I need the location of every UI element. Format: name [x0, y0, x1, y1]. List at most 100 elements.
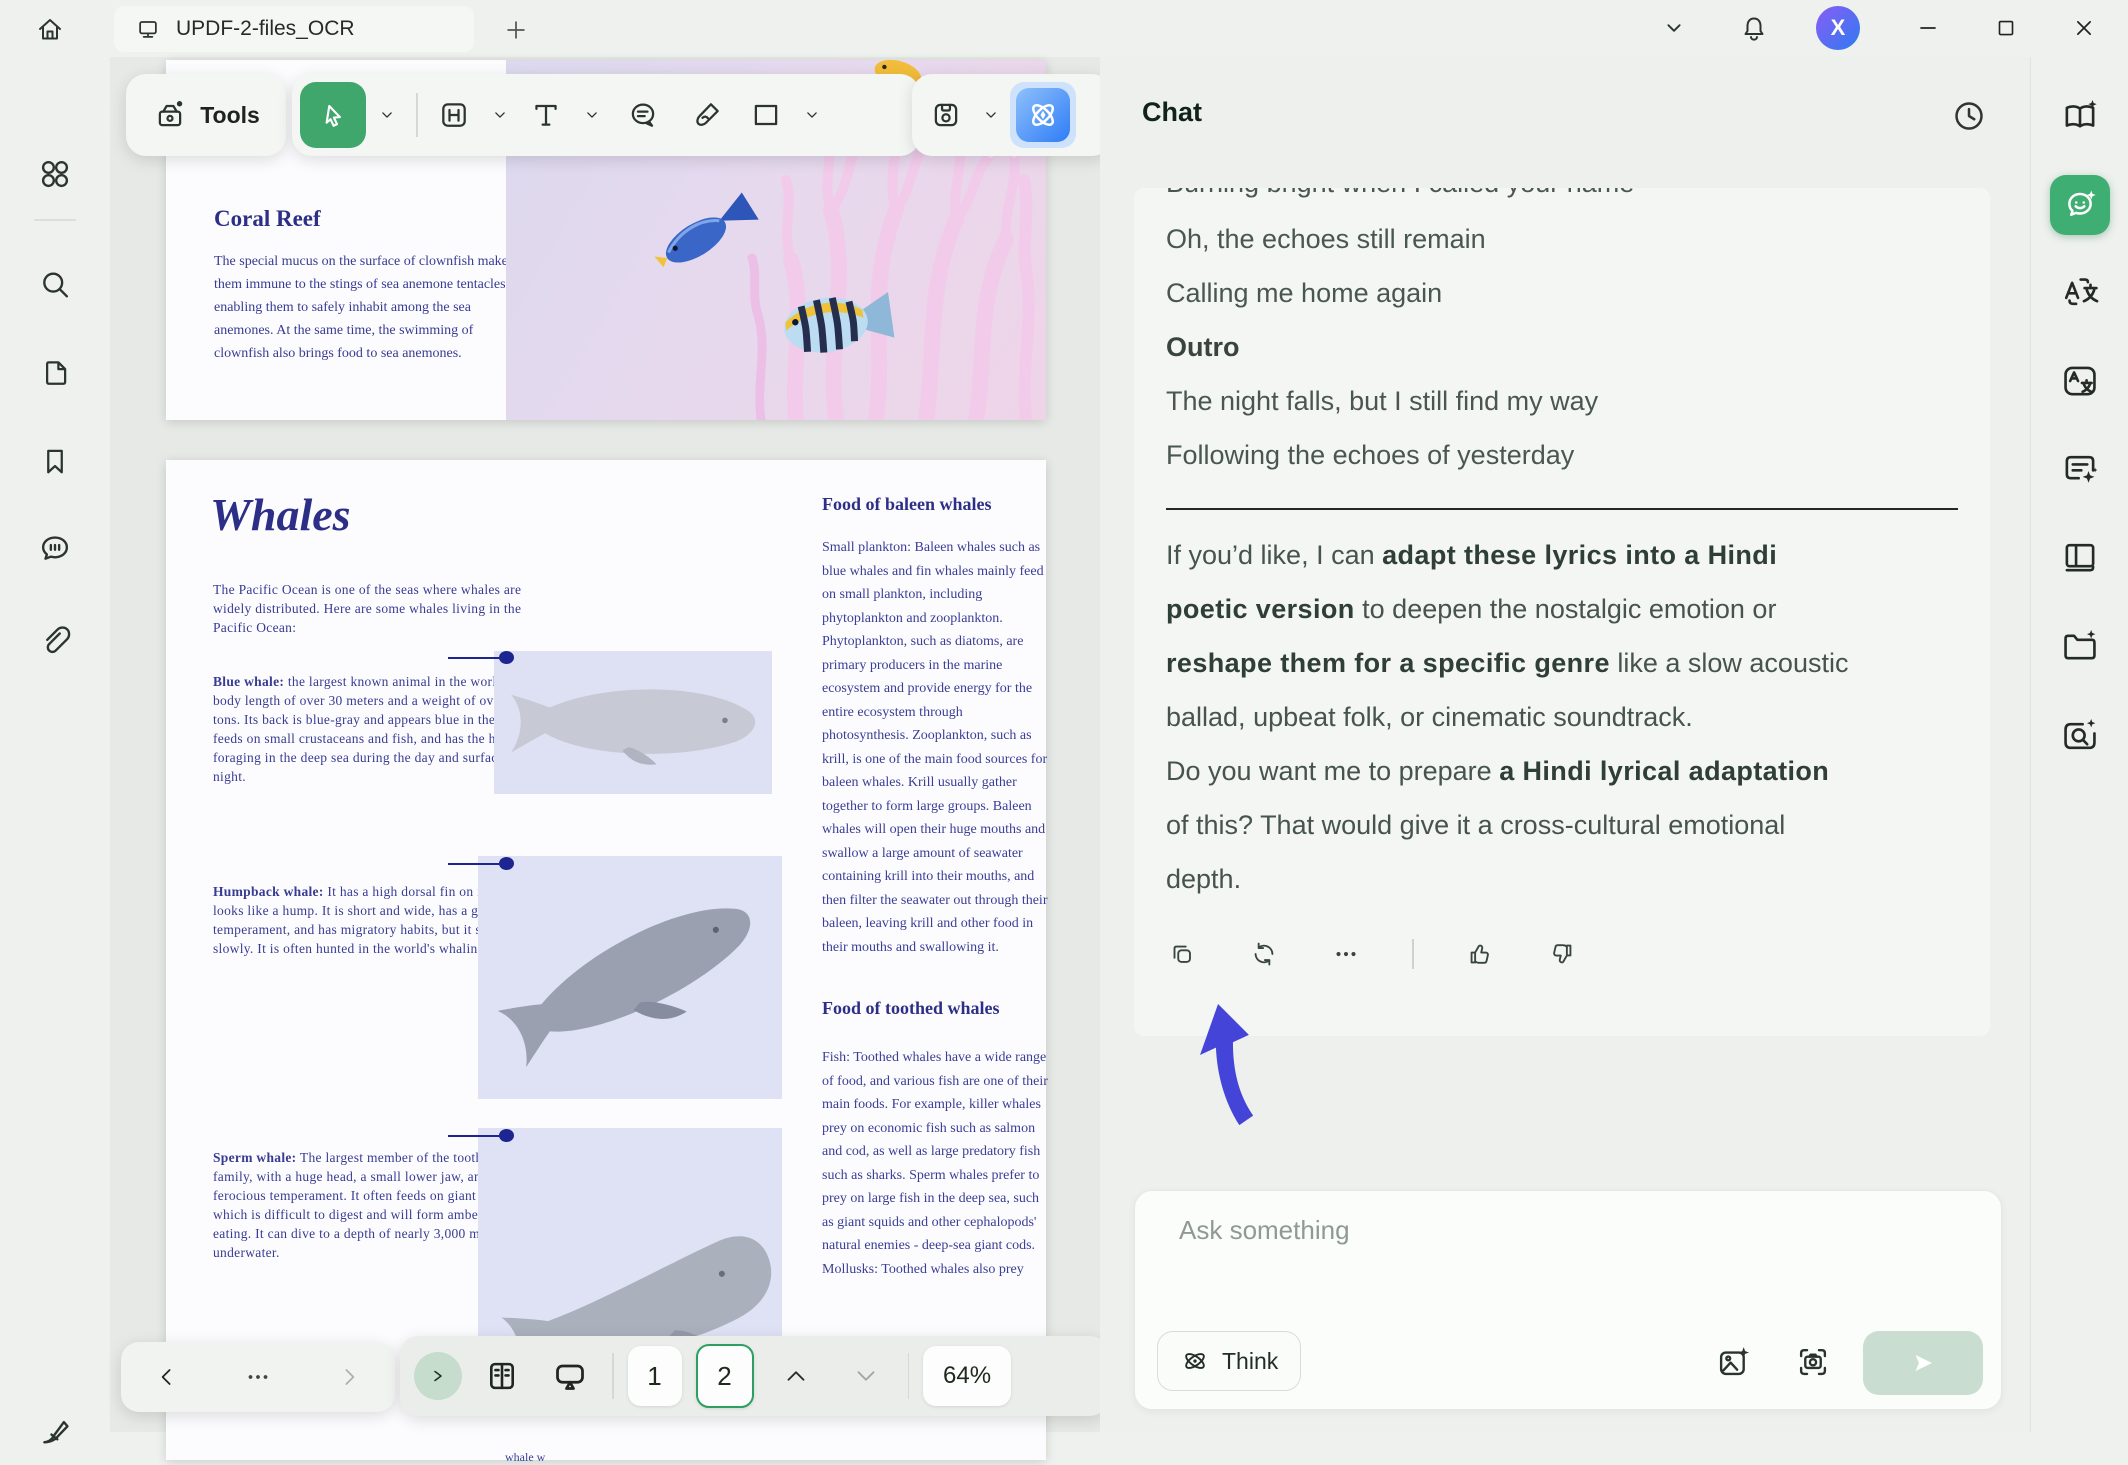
heading-tool-dropdown[interactable] — [482, 82, 518, 148]
nav-back-button[interactable] — [142, 1352, 192, 1402]
bell-icon — [1738, 12, 1770, 44]
sidebar-item-pages[interactable] — [33, 351, 77, 395]
minimize-button[interactable] — [1902, 8, 1954, 48]
notifications-button[interactable] — [1732, 6, 1776, 50]
heading-tool-button[interactable] — [428, 82, 480, 148]
chevron-up-icon — [781, 1361, 811, 1391]
pdf-page-2[interactable]: Whales The Pacific Ocean is one of the s… — [166, 460, 1046, 1460]
page-layout-button[interactable] — [476, 1350, 528, 1402]
monitor-icon — [134, 15, 162, 43]
document-tab[interactable]: UPDF-2-files_OCR — [114, 6, 474, 52]
home-button[interactable] — [26, 6, 74, 52]
marker-pen-icon — [689, 97, 725, 133]
annotation-dot[interactable] — [499, 651, 514, 664]
sidebar-item-attachments[interactable] — [33, 616, 77, 660]
pdf-canvas[interactable]: edg of Th of Thales fish Coral Reef The … — [110, 57, 1100, 1432]
annotation-arrow[interactable] — [1192, 1004, 1276, 1140]
annotation-dot[interactable] — [499, 857, 514, 870]
toolbar-divider — [416, 93, 418, 137]
screenshot-button[interactable] — [1790, 1339, 1836, 1385]
sidebar-item-reading-mode[interactable] — [2056, 533, 2104, 581]
sidebar-item-tools-grid[interactable] — [33, 152, 77, 196]
refresh-icon — [1249, 939, 1279, 969]
history-clock-icon — [1949, 96, 1989, 136]
previous-page-button[interactable] — [768, 1350, 824, 1402]
sidebar-item-search[interactable] — [33, 263, 77, 307]
page2-right-heading-2: Food of toothed whales — [822, 998, 1000, 1019]
close-button[interactable] — [2058, 8, 2110, 48]
sidebar-item-ai-files[interactable] — [2056, 623, 2104, 671]
sidebar-item-ai-read[interactable] — [2056, 93, 2104, 141]
humpback-whale-image[interactable] — [478, 856, 782, 1099]
sidebar-item-summarize[interactable] — [2056, 445, 2104, 493]
translate-icon — [2059, 271, 2101, 313]
input-placeholder: Ask something — [1179, 1215, 1350, 1245]
new-tab-button[interactable] — [496, 10, 536, 50]
more-options-button[interactable] — [1330, 938, 1362, 970]
save-tool-dropdown[interactable] — [974, 82, 1008, 148]
chat-input[interactable]: Ask something — [1179, 1215, 1949, 1305]
regenerate-button[interactable] — [1248, 938, 1280, 970]
assistant-suggestion-text: If you’d like, I can adapt these lyrics … — [1166, 528, 1958, 906]
page2-clipped-text: whale w — [505, 1450, 545, 1465]
page-icon — [37, 355, 73, 391]
sidebar-item-translate[interactable] — [2056, 268, 2104, 316]
sidebar-item-translate-page[interactable] — [2056, 357, 2104, 405]
actions-divider — [1412, 939, 1414, 969]
copy-button[interactable] — [1166, 938, 1198, 970]
pen-tool-button[interactable] — [676, 82, 738, 148]
think-label: Think — [1222, 1348, 1278, 1375]
sidebar-item-ai-chat-active[interactable] — [2050, 175, 2110, 235]
avatar[interactable]: X — [1816, 6, 1860, 50]
thumbs-up-button[interactable] — [1464, 938, 1496, 970]
annotation-dot-line — [448, 863, 500, 865]
nav-more-button[interactable] — [233, 1352, 283, 1402]
page1-body: The special mucus on the surface of clow… — [214, 250, 514, 365]
comment-tool-button[interactable] — [612, 82, 674, 148]
nav-forward-button[interactable] — [324, 1352, 374, 1402]
chat-history-button[interactable] — [1946, 93, 1992, 139]
annotation-dot-line — [448, 657, 500, 659]
tabs-dropdown-button[interactable] — [1652, 8, 1696, 48]
atom-icon — [1180, 1346, 1210, 1376]
send-button[interactable] — [1863, 1331, 1983, 1395]
sidebar-item-sign[interactable] — [33, 1409, 77, 1453]
shape-tool-dropdown[interactable] — [794, 82, 830, 148]
search-sparkle-icon — [2059, 715, 2101, 757]
blue-whale-image[interactable] — [494, 651, 772, 794]
assistant-suggestion-line: ballad, upbeat folk, or cinematic soundt… — [1166, 690, 1958, 744]
save-tool-button[interactable] — [920, 82, 972, 148]
thumbs-down-icon — [1547, 939, 1577, 969]
select-tool-dropdown[interactable] — [368, 82, 406, 148]
present-button[interactable] — [542, 1348, 598, 1404]
sidebar-item-bookmarks[interactable] — [33, 439, 77, 483]
sidebar-item-comments[interactable] — [33, 526, 77, 570]
page2-right-body-2: Fish: Toothed whales have a wide range o… — [822, 1046, 1052, 1281]
folder-sparkle-icon — [2059, 626, 2101, 668]
chat-input-card: Ask something Think — [1134, 1190, 2002, 1410]
bar-divider — [908, 1353, 910, 1399]
save-ai-toolbar — [912, 74, 1112, 156]
zoom-level-button[interactable]: 64% — [923, 1346, 1011, 1406]
maximize-button[interactable] — [1980, 8, 2032, 48]
expand-panel-button[interactable] — [414, 1352, 462, 1400]
text-tool-button[interactable] — [520, 82, 572, 148]
presentation-icon — [550, 1356, 590, 1396]
tools-pill[interactable]: Tools — [126, 74, 286, 156]
lyric-line: Oh, the echoes still remain — [1166, 212, 1958, 266]
add-image-button[interactable] — [1710, 1339, 1756, 1385]
next-page-button[interactable] — [838, 1350, 894, 1402]
page-thumbnail-1[interactable]: 1 — [628, 1346, 682, 1406]
sidebar-item-ai-search[interactable] — [2056, 712, 2104, 760]
page-thumbnail-2-current[interactable]: 2 — [696, 1344, 754, 1408]
tab-title: UPDF-2-files_OCR — [176, 17, 355, 41]
select-tool-button[interactable] — [300, 82, 366, 148]
shape-tool-button[interactable] — [740, 82, 792, 148]
annotation-dot[interactable] — [499, 1129, 514, 1142]
assistant-suggestion-line: poetic version to deepen the nostalgic e… — [1166, 582, 1958, 636]
left-sidebar — [0, 57, 110, 1432]
text-tool-dropdown[interactable] — [574, 82, 610, 148]
ai-assistant-button[interactable] — [1010, 82, 1076, 148]
thumbs-down-button[interactable] — [1546, 938, 1578, 970]
think-toggle-button[interactable]: Think — [1157, 1331, 1301, 1391]
